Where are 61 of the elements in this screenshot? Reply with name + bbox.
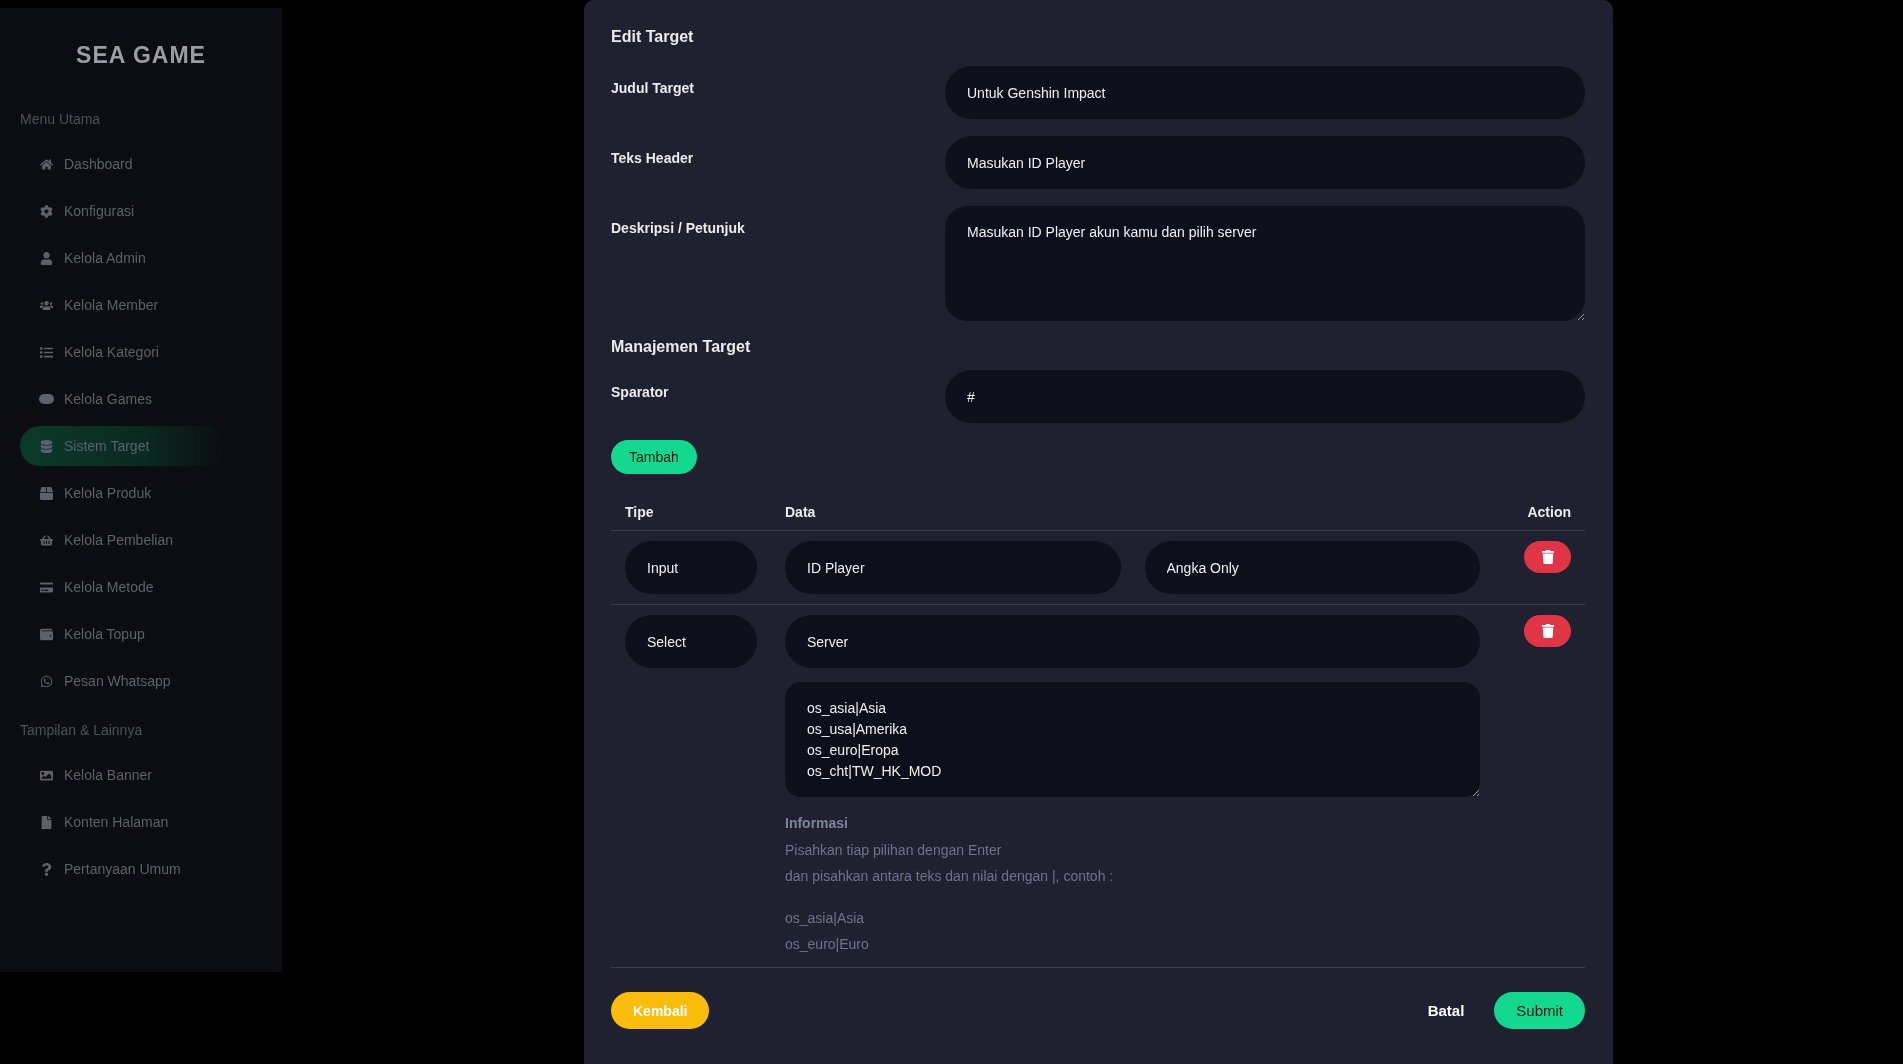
- field-label: Sparator: [611, 383, 670, 402]
- data-field[interactable]: ID Player: [785, 541, 1121, 594]
- user-icon: [38, 251, 54, 265]
- field-label: Deskripsi / Petunjuk: [611, 219, 746, 238]
- sidebar-item[interactable]: Kelola Kategori: [20, 332, 225, 372]
- info-text: dan pisahkan antara teks dan nilai dengan |, contoh :: [785, 867, 1115, 886]
- delete-button[interactable]: [1524, 541, 1571, 573]
- sidebar-item[interactable]: Kelola Pembelian: [20, 520, 225, 560]
- sidebar-item[interactable]: Kelola Games: [20, 379, 225, 419]
- section-title: Manajemen Target: [611, 338, 752, 356]
- basket-icon: [38, 533, 54, 547]
- text-field[interactable]: #: [945, 370, 1585, 423]
- image-icon: [38, 768, 54, 782]
- sidebar-item[interactable]: Dashboard: [20, 144, 225, 184]
- submit-button[interactable]: Submit: [1494, 992, 1585, 1029]
- trash-icon: [1540, 624, 1555, 638]
- sidebar-item[interactable]: Kelola Banner: [20, 755, 225, 795]
- sidebar-section-title: Menu Utama: [20, 111, 102, 127]
- trash-icon: [1540, 550, 1555, 564]
- text-field[interactable]: Masukan ID Player: [945, 136, 1585, 189]
- box-icon: [38, 486, 54, 500]
- sidebar-item[interactable]: Kelola Topup: [20, 614, 225, 654]
- example-text: os_euro|Euro: [785, 935, 870, 954]
- example-text: os_asia|Asia: [785, 909, 866, 928]
- sidebar-item[interactable]: Konten Halaman: [20, 802, 225, 842]
- logo: SEA GAME: [76, 42, 206, 69]
- sidebar-item[interactable]: Kelola Admin: [20, 238, 225, 278]
- delete-button[interactable]: [1524, 615, 1571, 647]
- column-header: Data: [771, 504, 1494, 531]
- info-text: Pisahkan tiap pilihan dengan Enter: [785, 841, 1003, 860]
- column-header: Action: [1494, 504, 1585, 531]
- gear-icon: [38, 204, 54, 218]
- sidebar-section-title: Tampilan & Lainnya: [20, 722, 144, 738]
- sidebar-item[interactable]: Konfigurasi: [20, 191, 225, 231]
- wallet-icon: [38, 627, 54, 641]
- sidebar-item[interactable]: Pesan Whatsapp: [20, 661, 225, 701]
- type-field[interactable]: Select: [625, 615, 757, 668]
- cancel-button[interactable]: Batal: [1421, 1001, 1471, 1020]
- text-area[interactable]: Masukan ID Player akun kamu dan pilih server: [945, 206, 1585, 321]
- column-header: Tipe: [611, 504, 771, 531]
- chat-bubble-icon: [38, 674, 54, 688]
- options-text-area[interactable]: os_asia|Asia os_usa|Amerika os_euro|Eropa os_cht|TW_HK_MOD: [785, 682, 1480, 797]
- sidebar-item[interactable]: Kelola Produk: [20, 473, 225, 513]
- back-button[interactable]: Kembali: [611, 992, 710, 1029]
- users-icon: [38, 298, 54, 312]
- modal-title: Edit Target: [611, 28, 695, 46]
- add-button[interactable]: Tambah: [611, 440, 697, 474]
- house-icon: [38, 157, 54, 171]
- field-label: Teks Header: [611, 149, 695, 168]
- field-label: Judul Target: [611, 79, 695, 98]
- data-field[interactable]: Server: [785, 615, 1480, 668]
- credit-card-icon: [38, 580, 54, 594]
- data-field[interactable]: Angka Only: [1144, 541, 1480, 594]
- database-icon: [38, 439, 54, 453]
- sidebar-item[interactable]: Kelola Member: [20, 285, 225, 325]
- sidebar-item[interactable]: Kelola Metode: [20, 567, 225, 607]
- text-field[interactable]: Untuk Genshin Impact: [945, 66, 1585, 119]
- type-field[interactable]: Input: [625, 541, 757, 594]
- list-icon: [38, 345, 54, 359]
- info-title: Informasi: [785, 815, 849, 831]
- sidebar-item[interactable]: Pertanyaan Umum: [20, 849, 225, 889]
